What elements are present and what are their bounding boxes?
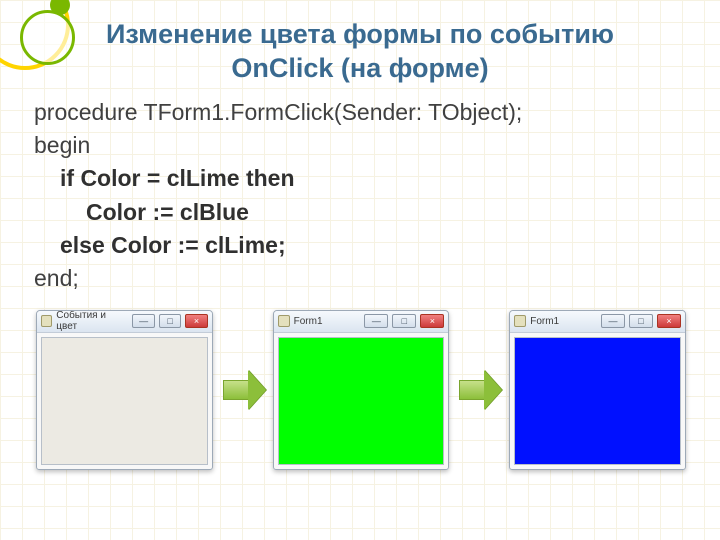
titlebar: Form1 — □ × [510,311,685,333]
minimize-button[interactable]: — [132,314,154,328]
code-line: else Color := clLime; [34,229,686,262]
titlebar: Form1 — □ × [274,311,449,333]
maximize-button[interactable]: □ [392,314,416,328]
app-icon [278,315,290,327]
arrow-icon [223,366,263,414]
app-icon [514,315,526,327]
window-title: Form1 [530,316,559,327]
form-client-area[interactable] [514,337,681,465]
close-button[interactable]: × [657,314,681,328]
close-button[interactable]: × [420,314,444,328]
code-line: begin [34,129,686,162]
maximize-button[interactable]: □ [159,314,181,328]
code-block: procedure TForm1.FormClick(Sender: TObje… [34,96,686,296]
close-button[interactable]: × [185,314,207,328]
maximize-button[interactable]: □ [629,314,653,328]
window-title: События и цвет [56,310,124,332]
windows-row: События и цвет — □ × Form1 — □ × [34,310,686,470]
form-window-lime: Form1 — □ × [273,310,450,470]
window-title: Form1 [294,316,323,327]
minimize-button[interactable]: — [364,314,388,328]
form-window-blue: Form1 — □ × [509,310,686,470]
title-line-1: Изменение цвета формы по событию [106,19,614,49]
code-line: Color := clBlue [34,196,686,229]
code-line: procedure TForm1.FormClick(Sender: TObje… [34,96,686,129]
form-window-gray: События и цвет — □ × [36,310,213,470]
slide-title: Изменение цвета формы по событию OnClick… [34,18,686,86]
app-icon [41,315,52,327]
code-line: if Color = clLime then [34,162,686,195]
form-client-area[interactable] [278,337,445,465]
titlebar: События и цвет — □ × [37,311,212,333]
form-client-area[interactable] [41,337,208,465]
minimize-button[interactable]: — [601,314,625,328]
arrow-icon [459,366,499,414]
code-line: end; [34,262,686,295]
title-line-2: OnClick (на форме) [231,53,488,83]
